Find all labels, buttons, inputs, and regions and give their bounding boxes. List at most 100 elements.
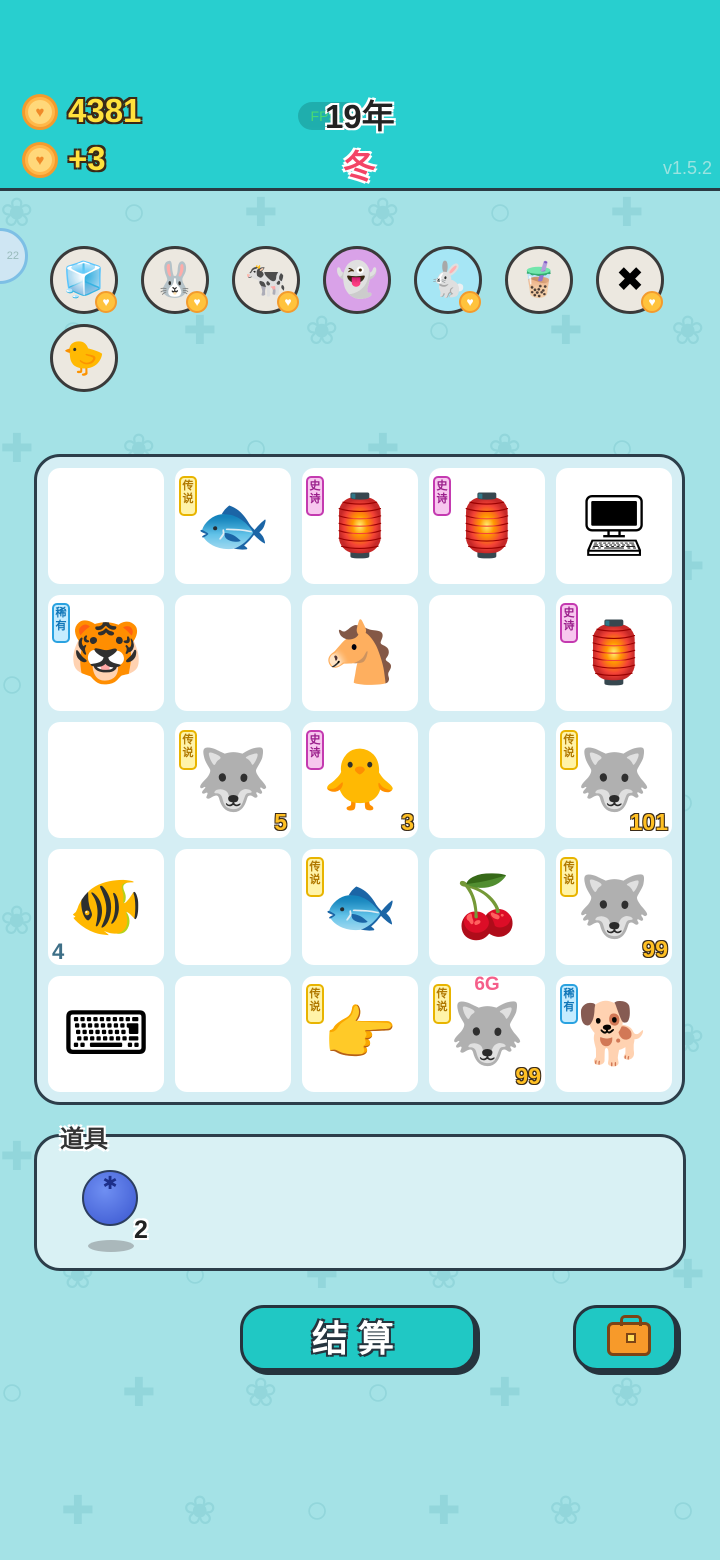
symbol-counter: 3 (401, 809, 414, 835)
pattern-shape: ✚ (488, 1371, 522, 1415)
rarity-badge: 稀有 (560, 984, 578, 1024)
pattern-shape: ❀ (549, 1489, 583, 1533)
status-glyph: 🧋 (517, 261, 561, 299)
rarity-badge: 稀有 (52, 603, 70, 643)
board-cell[interactable] (48, 722, 164, 838)
board-cell[interactable]: 🐺 传说 6G 99 (429, 974, 545, 1092)
coin-total: 4381 (68, 92, 142, 129)
rarity-badge: 传说 (560, 857, 578, 897)
blueberry-icon: ✱ (102, 1173, 118, 1193)
board-cell[interactable]: 🍒 (429, 849, 545, 965)
year-label: 19年 (325, 98, 395, 135)
heart-badge-icon: ♥ (641, 291, 663, 313)
board-cell[interactable]: 🏮 史诗 (429, 468, 545, 584)
side-menu-button[interactable]: 22 (0, 228, 28, 284)
board-cell[interactable]: 🐴 (302, 595, 418, 711)
pattern-shape: ✚ (610, 191, 644, 235)
rarity-badge: 传说 (306, 857, 324, 897)
rarity-badge: 传说 (560, 730, 578, 770)
board-cell[interactable]: 🐺 传说 101 (556, 722, 672, 838)
bonus-tag: 6G (474, 974, 500, 995)
rabbit-blue-icon[interactable]: 🐇 ♥ (414, 246, 482, 314)
board-cell[interactable] (175, 595, 291, 711)
heart-badge-icon: ♥ (459, 291, 481, 313)
rarity-badge: 传说 (306, 984, 324, 1024)
sugar-cubes-icon[interactable]: 🧊 ♥ (50, 246, 118, 314)
coin-income: +3 (68, 140, 106, 177)
pattern-shape: ❀ (671, 309, 705, 353)
heart-badge-icon: ♥ (186, 291, 208, 313)
pattern-shape: ○ (0, 1370, 25, 1414)
bubble-tea-icon[interactable]: 🧋 (505, 246, 573, 314)
pattern-shape: ✚ (183, 309, 217, 353)
board-cell[interactable]: 🐺 传说 99 (556, 849, 672, 965)
pattern-shape: ○ (305, 1488, 330, 1532)
board-cell[interactable]: 🐟 传说 (175, 468, 291, 584)
blueberry-item[interactable]: ✱ (82, 1170, 138, 1226)
pattern-shape: ❀ (305, 309, 339, 353)
board-cell[interactable]: 👉 传说 (302, 976, 418, 1092)
pattern-shape: ✚ (549, 309, 583, 353)
rarity-badge: 传说 (179, 476, 197, 516)
pattern-shape: ○ (366, 1370, 391, 1414)
rarity-badge: 史诗 (433, 476, 451, 516)
rarity-badge: 史诗 (560, 603, 578, 643)
pattern-shape: ✚ (244, 191, 278, 235)
symbol-counter: 99 (515, 1063, 541, 1089)
status-glyph: ✖ (615, 261, 645, 299)
pattern-shape: ○ (671, 1488, 696, 1532)
cow-pair-icon[interactable]: 🐄 ♥ (232, 246, 300, 314)
symbol-counter: 99 (642, 936, 668, 962)
pattern-shape: ❀ (366, 191, 400, 235)
pattern-shape: ○ (122, 190, 147, 234)
pattern-shape: ✚ (122, 1371, 156, 1415)
board-cell[interactable]: 🐟 传说 (302, 849, 418, 965)
briefcase-icon (607, 1315, 651, 1356)
pattern-shape: ❀ (0, 899, 34, 943)
top-hud: ♥ 4381 ♥ +3 FPS:5 19年 冬 v1.5.2 (0, 0, 720, 191)
symbol-counter: 4 (52, 939, 65, 964)
cherry-icon: 🍒 (449, 873, 525, 940)
board-cell[interactable] (429, 595, 545, 711)
board-cell[interactable]: 🐯 稀有 (48, 595, 164, 711)
board-cell[interactable]: 🐺 传说 5 (175, 722, 291, 838)
rarity-badge: 传说 (179, 730, 197, 770)
board-cell[interactable]: 🏮 史诗 (556, 595, 672, 711)
status-glyph: 🐤 (62, 339, 106, 377)
board-cell[interactable]: 🖥 (556, 468, 672, 584)
pattern-shape: ✚ (61, 1489, 95, 1533)
board-cell[interactable]: 🐕 稀有 (556, 976, 672, 1092)
coin-icon: ♥ (22, 94, 58, 130)
ghost-icon[interactable]: 👻 (323, 246, 391, 314)
item-shadow (88, 1240, 134, 1252)
board-cell[interactable]: ⌨ (48, 976, 164, 1092)
symbol-counter: 101 (629, 809, 668, 835)
goldfish-icon: 🐠 (68, 873, 144, 940)
horse-icon: 🐴 (322, 619, 398, 686)
board-cell[interactable]: 🏮 史诗 (302, 468, 418, 584)
pattern-shape: ○ (427, 308, 452, 352)
pattern-shape: ○ (488, 190, 513, 234)
heart-badge-icon: ♥ (277, 291, 299, 313)
chick-egg-icon[interactable]: 🐤 (50, 324, 118, 392)
pattern-shape: ○ (0, 662, 25, 706)
slot-board: 🐟 传说 🏮 史诗 🏮 史诗 🖥 🐯 稀有 🐴 🏮 史诗 🐺 传说 5 🐥 史诗 3 🐺 传说 101 🐠 4 🐟 传说 🍒 🐺 传说… (34, 454, 685, 1105)
coin-income-icon: ♥ (22, 142, 58, 178)
pattern-shape: ❀ (244, 1371, 278, 1415)
pattern-shape: ❀ (610, 1371, 644, 1415)
board-cell[interactable] (175, 849, 291, 965)
board-cell[interactable] (429, 722, 545, 838)
delete-tag-icon[interactable]: ✖ ♥ (596, 246, 664, 314)
board-cell[interactable]: 🐠 4 (48, 849, 164, 965)
pattern-shape: ❀ (183, 1489, 217, 1533)
settle-button[interactable]: 结算 (240, 1305, 476, 1371)
board-cell[interactable] (48, 468, 164, 584)
rarity-badge: 史诗 (306, 476, 324, 516)
computer-monitor-icon: 🖥 (575, 492, 653, 559)
season-label: 冬 (343, 148, 376, 185)
inventory-button[interactable] (573, 1305, 677, 1371)
rabbit-icon[interactable]: 🐰 ♥ (141, 246, 209, 314)
symbol-counter: 5 (274, 809, 287, 835)
board-cell[interactable]: 🐥 史诗 3 (302, 722, 418, 838)
board-cell[interactable] (175, 976, 291, 1092)
